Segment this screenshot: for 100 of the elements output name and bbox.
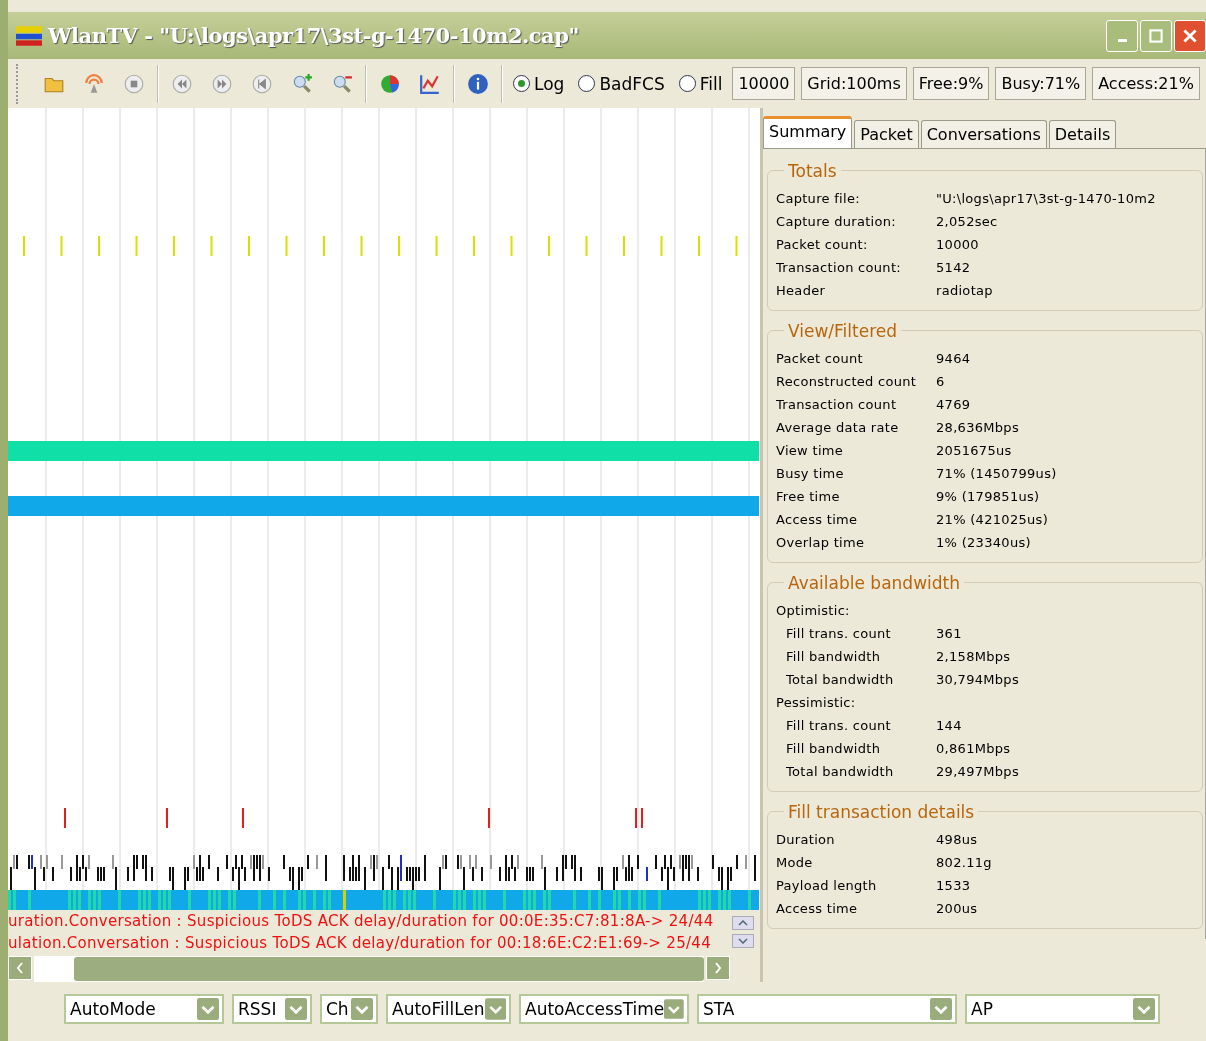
- tab[interactable]: Packet: [854, 119, 919, 148]
- log-message: uration.Conversation : Suspicious ToDS ACK delay/duration for 00:0E:35:C7:81:8A-> 24/44: [8, 910, 715, 932]
- field-label: Mode: [776, 853, 814, 872]
- field-value: 144: [936, 716, 962, 735]
- field-label: Transaction count: [776, 395, 898, 414]
- dropdown[interactable]: AutoFillLen: [386, 993, 511, 1024]
- field-value: radiotap: [936, 281, 993, 300]
- dropdown[interactable]: STA: [697, 993, 957, 1024]
- field-value: 71% (1450799us): [936, 464, 1057, 483]
- minimize-button[interactable]: [1106, 19, 1138, 52]
- field-label: Access time: [776, 510, 859, 529]
- field-value: 5142: [936, 258, 971, 277]
- line-chart-icon[interactable]: [419, 72, 441, 95]
- field-label: View time: [776, 441, 845, 460]
- close-button[interactable]: [1174, 19, 1206, 52]
- field-label: Free time: [776, 487, 841, 506]
- group-title: Available bandwidth: [787, 572, 961, 593]
- app-icon: [16, 25, 42, 46]
- dropdown[interactable]: RSSI: [232, 993, 312, 1024]
- field-value: 2,158Mbps: [936, 647, 1011, 666]
- window-title: WlanTV - "U:\logs\apr17\3st-g-1470-10m2.cap": [48, 23, 579, 48]
- tab[interactable]: Details: [1048, 119, 1117, 148]
- field-label: Capture duration:: [776, 212, 897, 231]
- field-label: Overlap time: [776, 533, 866, 552]
- field-value: 361: [936, 624, 962, 643]
- pie-chart-icon[interactable]: [379, 72, 401, 95]
- log-message: ulation.Conversation : Suspicious ToDS ACK delay/duration for 00:18:6E:C2:E1:69-> 25/44: [8, 932, 713, 954]
- field-value: 28,636Mbps: [936, 418, 1019, 437]
- chevron-down-icon: [738, 937, 748, 944]
- field-value: 200us: [936, 899, 978, 918]
- zoom-in-icon[interactable]: [291, 72, 313, 95]
- dropdown[interactable]: AutoAccessTime: [519, 993, 689, 1024]
- field-label: Access time: [776, 899, 859, 918]
- scroll-up-button[interactable]: [732, 915, 754, 930]
- maximize-icon: [1149, 28, 1163, 43]
- tab[interactable]: Summary: [763, 115, 853, 148]
- minimize-icon: [1117, 38, 1127, 42]
- field-value: 21% (421025us): [936, 510, 1048, 529]
- skip-back-icon[interactable]: [251, 72, 273, 95]
- dropdown[interactable]: AutoMode: [64, 993, 224, 1024]
- field-label: Duration: [776, 830, 836, 849]
- field-label: Capture file:: [776, 189, 861, 208]
- field-value: 9% (179851us): [936, 487, 1040, 506]
- tab[interactable]: Conversations: [920, 119, 1047, 148]
- field-label: Packet count: [776, 349, 864, 368]
- field-value: 2051675us: [936, 441, 1012, 460]
- field-label: Total bandwidth: [785, 762, 895, 781]
- maximize-button[interactable]: [1140, 19, 1172, 52]
- scroll-right-button[interactable]: [706, 955, 730, 980]
- dropdown[interactable]: AP: [965, 993, 1160, 1024]
- scroll-left-button[interactable]: [8, 955, 32, 980]
- radio-button[interactable]: Log: [513, 73, 565, 94]
- info-icon[interactable]: [467, 72, 489, 95]
- radio-button[interactable]: Fill: [678, 73, 723, 94]
- field-label: Average data rate: [776, 418, 900, 437]
- field-label: Pessimistic:: [776, 693, 857, 712]
- field-value: 1533: [936, 876, 971, 895]
- stop-icon[interactable]: [123, 72, 145, 95]
- field-value: 498us: [936, 830, 978, 849]
- field-value: 10000: [936, 235, 979, 254]
- field-value: 0,861Mbps: [936, 739, 1011, 758]
- close-icon: [1183, 28, 1197, 43]
- field-value: 4769: [936, 395, 971, 414]
- field-value: 9464: [936, 349, 971, 368]
- chevron-up-icon: [738, 919, 748, 926]
- field-value: 30,794Mbps: [936, 670, 1019, 689]
- status-box: Busy:71%: [995, 67, 1087, 100]
- field-label: Transaction count:: [776, 258, 902, 277]
- field-value: 6: [936, 372, 945, 391]
- rewind-icon[interactable]: [171, 72, 193, 95]
- antenna-icon[interactable]: [83, 72, 105, 95]
- group-title: Totals: [787, 160, 838, 181]
- field-label: Reconstructed count: [776, 372, 918, 391]
- field-label: Optimistic:: [776, 601, 851, 620]
- field-label: Total bandwidth: [785, 670, 895, 689]
- field-label: Fill trans. count: [785, 716, 892, 735]
- field-label: Header: [776, 281, 827, 300]
- group-title: Fill transaction details: [787, 801, 976, 822]
- status-box: Free:9%: [912, 67, 990, 100]
- radio-button[interactable]: BadFCS: [578, 73, 665, 94]
- field-label: Fill bandwidth: [785, 739, 882, 758]
- field-label: Busy time: [776, 464, 845, 483]
- group-title: View/Filtered: [787, 320, 899, 341]
- status-box: Access:21%: [1092, 67, 1200, 100]
- fast-forward-icon[interactable]: [211, 72, 233, 95]
- field-value: 2,052sec: [936, 212, 998, 231]
- status-box: 10000: [732, 67, 796, 100]
- scroll-down-button[interactable]: [732, 933, 754, 948]
- field-label: Fill bandwidth: [785, 647, 882, 666]
- scrollbar-thumb[interactable]: [74, 956, 704, 981]
- field-value: 1% (23340us): [936, 533, 1031, 552]
- chevron-left-icon: [16, 961, 24, 974]
- chevron-right-icon: [714, 961, 722, 974]
- field-value: 29,497Mbps: [936, 762, 1019, 781]
- field-label: Payload length: [776, 876, 878, 895]
- status-box: Grid:100ms: [801, 67, 907, 100]
- field-value: 802.11g: [936, 853, 992, 872]
- field-value: "U:\logs\apr17\3st-g-1470-10m2: [936, 189, 1156, 208]
- field-label: Fill trans. count: [785, 624, 892, 643]
- dropdown[interactable]: Ch: [320, 993, 378, 1024]
